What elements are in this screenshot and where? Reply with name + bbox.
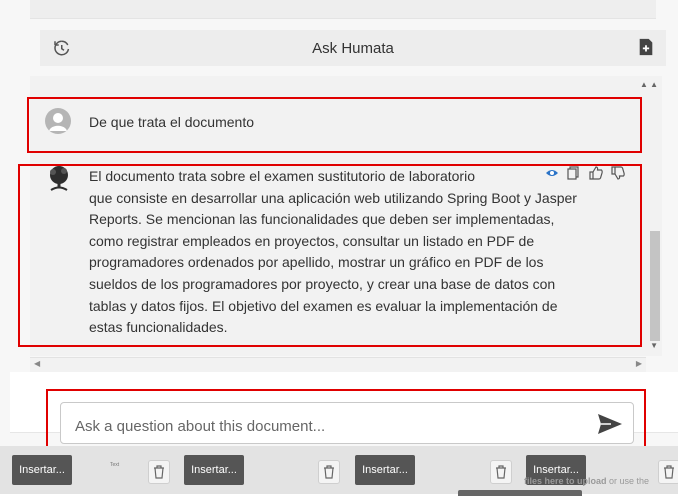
message-line: programadores ordenados por apellido, mo…: [89, 254, 544, 271]
send-icon[interactable]: [597, 413, 623, 435]
user-message: De que trata el documento: [45, 104, 625, 138]
header-title: Ask Humata: [312, 40, 394, 57]
scroll-down-arrow[interactable]: ▼: [650, 341, 658, 350]
message-line: estas funcionalidades.: [89, 319, 228, 336]
file-add-icon[interactable]: [638, 38, 654, 56]
thumbs-down-icon[interactable]: [611, 166, 625, 180]
trash-icon[interactable]: [318, 460, 340, 484]
insert-button-3[interactable]: Insertar...: [355, 455, 415, 485]
thumbs-up-icon[interactable]: [589, 166, 603, 180]
vertical-scrollbar-thumb[interactable]: [650, 231, 660, 341]
bottom-tab[interactable]: [458, 490, 582, 496]
trash-icon[interactable]: [658, 460, 678, 484]
insert-toolbar: Insertar... Text Insertar... Insertar...…: [0, 446, 678, 494]
trash-icon[interactable]: [148, 460, 170, 484]
message-line: tablas y datos fijos. El objetivo del ex…: [89, 297, 558, 314]
tiny-label: Text: [110, 462, 120, 468]
message-line: Reports. Se mencionan las funcionalidade…: [89, 211, 555, 228]
upload-hint-rest: or use the: [606, 476, 650, 486]
message-line: sueldos de los programadores por proyect…: [89, 275, 556, 292]
scroll-right-arrow[interactable]: ▶: [636, 359, 642, 368]
scroll-up-arrow[interactable]: ▲ ▲: [640, 80, 658, 89]
horizontal-scrollbar[interactable]: ◀ ▶: [30, 357, 646, 372]
eye-icon[interactable]: [545, 166, 559, 180]
upload-hint: files here to upload or use the: [524, 476, 649, 486]
humata-tree-avatar-icon: [50, 166, 68, 191]
question-input[interactable]: [73, 417, 577, 436]
assistant-message: El documento trata sobre el examen susti…: [45, 164, 635, 344]
insert-button-1[interactable]: Insertar...: [12, 455, 72, 485]
scroll-left-arrow[interactable]: ◀: [34, 359, 40, 368]
upload-hint-bold: files here to upload: [524, 476, 607, 486]
ask-humata-header: Ask Humata: [40, 30, 666, 66]
user-message-text: De que trata el documento: [89, 114, 254, 130]
question-composer: [60, 402, 634, 444]
insert-button-2[interactable]: Insertar...: [184, 455, 244, 485]
top-strip: [30, 0, 656, 19]
message-line: que consiste en desarrollar una aplicaci…: [89, 189, 577, 206]
copy-icon[interactable]: [567, 166, 581, 180]
message-actions: [545, 166, 625, 180]
assistant-message-text: El documento trata sobre el examen susti…: [89, 166, 624, 339]
trash-icon[interactable]: [490, 460, 512, 484]
message-line: como registrar empleados en proyectos, c…: [89, 232, 535, 249]
user-avatar-icon: [45, 108, 71, 134]
message-line: El documento trata sobre el examen susti…: [89, 168, 475, 184]
humata-panel: Ask Humata ▲ ▲ ▼ De que trata el documen…: [0, 0, 678, 494]
